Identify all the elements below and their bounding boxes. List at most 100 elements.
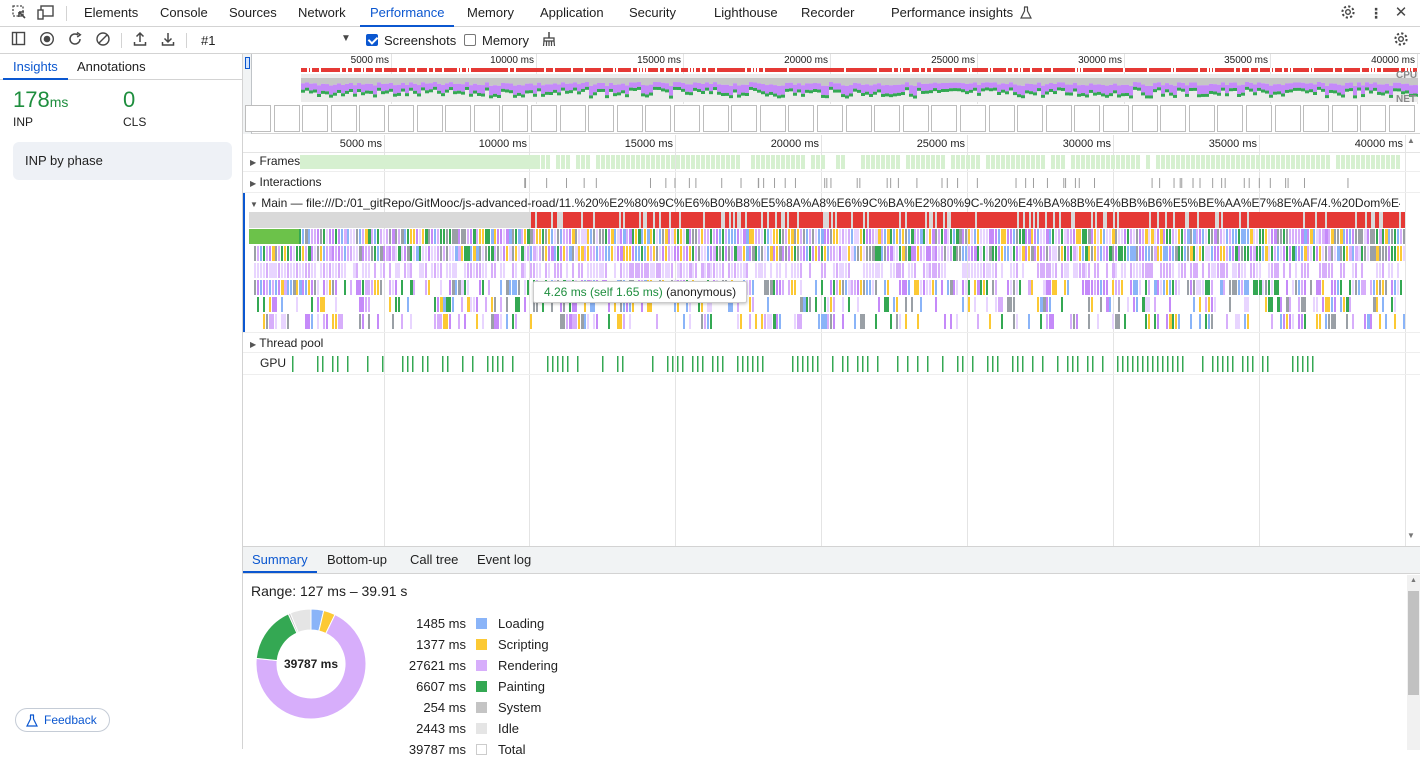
- thread-pool-track[interactable]: ▶ Thread pool: [243, 332, 1420, 353]
- flame-slice: [938, 263, 940, 278]
- screenshot-thumbnail[interactable]: [473, 105, 500, 132]
- screenshots-checkbox[interactable]: [366, 34, 378, 46]
- screenshot-thumbnail[interactable]: [731, 105, 758, 132]
- screenshot-thumbnail[interactable]: [674, 105, 700, 132]
- save-profile-icon[interactable]: [158, 31, 178, 49]
- screenshot-thumbnail[interactable]: [359, 105, 386, 132]
- scroll-down-icon[interactable]: ▼: [1407, 531, 1415, 540]
- tab-bottom-up[interactable]: Bottom-up: [327, 547, 387, 573]
- tab-network[interactable]: Network: [298, 0, 346, 27]
- screenshot-thumbnail[interactable]: [330, 105, 357, 132]
- inspect-element-icon[interactable]: [9, 4, 29, 22]
- garbage-collect-broom-icon[interactable]: [539, 31, 559, 49]
- tab-memory[interactable]: Memory: [467, 0, 514, 27]
- screenshot-thumbnail[interactable]: [788, 105, 815, 132]
- reload-record-icon[interactable]: [65, 31, 85, 49]
- tab-event-log[interactable]: Event log: [477, 547, 531, 573]
- record-icon[interactable]: [37, 31, 57, 49]
- cpu-painting-segment: [609, 88, 613, 92]
- settings-gear-icon[interactable]: [1338, 4, 1358, 22]
- screenshot-thumbnail[interactable]: [273, 105, 300, 132]
- scrollbar-thumb[interactable]: [1408, 591, 1419, 695]
- toggle-sidebar-icon[interactable]: [8, 31, 28, 49]
- feedback-button[interactable]: Feedback: [15, 708, 110, 732]
- tab-insights[interactable]: Insights: [3, 54, 68, 80]
- details-scrollbar[interactable]: ▲: [1407, 575, 1420, 750]
- tab-lighthouse[interactable]: Lighthouse: [714, 0, 778, 27]
- screenshot-thumbnail[interactable]: [1217, 105, 1244, 132]
- clear-icon[interactable]: [93, 31, 113, 49]
- scroll-up-icon[interactable]: ▲: [1410, 577, 1417, 584]
- screenshot-thumbnail[interactable]: [1017, 105, 1044, 132]
- tab-sources[interactable]: Sources: [229, 0, 277, 27]
- cpu-rendering-segment: [1025, 83, 1029, 91]
- screenshot-thumbnail[interactable]: [1246, 105, 1272, 132]
- flame-slice: [1238, 263, 1240, 278]
- screenshot-thumbnail[interactable]: [416, 105, 443, 132]
- screenshot-thumbnail[interactable]: [1331, 105, 1358, 132]
- screenshot-thumbnail[interactable]: [1045, 105, 1072, 132]
- screenshot-thumbnail[interactable]: [445, 105, 472, 132]
- screenshot-thumbnail[interactable]: [1389, 105, 1415, 132]
- screenshot-thumbnail[interactable]: [817, 105, 843, 132]
- flame-slice: [827, 246, 829, 261]
- screenshot-thumbnail[interactable]: [960, 105, 986, 132]
- screenshot-thumbnail[interactable]: [559, 105, 586, 132]
- main-thread-flame-chart[interactable]: [249, 212, 1405, 330]
- screenshot-thumbnail[interactable]: [1274, 105, 1301, 132]
- gpu-track[interactable]: GPU: [243, 353, 1420, 375]
- more-options-icon[interactable]: ⋮: [1366, 4, 1386, 22]
- scroll-up-icon[interactable]: ▲: [1407, 136, 1415, 145]
- screenshot-thumbnail[interactable]: [1160, 105, 1187, 132]
- screenshot-thumbnail[interactable]: [1188, 105, 1215, 132]
- screenshot-thumbnail[interactable]: [1360, 105, 1387, 132]
- screenshot-thumbnail[interactable]: [702, 105, 729, 132]
- screenshot-thumbnail[interactable]: [388, 105, 414, 132]
- tab-performance-insights[interactable]: Performance insights: [891, 0, 1032, 27]
- inp-metric: 178ms: [13, 87, 68, 113]
- screenshot-thumbnail[interactable]: [245, 105, 271, 132]
- long-task-marker: [983, 212, 985, 228]
- memory-checkbox[interactable]: [464, 34, 476, 46]
- screenshot-thumbnail[interactable]: [1303, 105, 1330, 132]
- gpu-slice: [1232, 356, 1234, 372]
- screenshot-thumbnail[interactable]: [588, 105, 615, 132]
- tab-recorder[interactable]: Recorder: [801, 0, 854, 27]
- screenshot-thumbnail[interactable]: [302, 105, 329, 132]
- screenshot-thumbnail[interactable]: [931, 105, 958, 132]
- screenshot-thumbnail[interactable]: [645, 105, 672, 132]
- tab-console[interactable]: Console: [160, 0, 208, 27]
- screenshot-thumbnail[interactable]: [874, 105, 901, 132]
- timeline-overview[interactable]: 5000 ms 10000 ms 15000 ms 20000 ms 25000 ms 3…: [243, 54, 1420, 134]
- screenshot-thumbnail[interactable]: [1103, 105, 1129, 132]
- inp-by-phase-card[interactable]: INP by phase: [13, 142, 232, 180]
- tab-application[interactable]: Application: [540, 0, 604, 27]
- recording-select[interactable]: #1 ▼: [196, 31, 354, 50]
- screenshot-thumbnail[interactable]: [845, 105, 872, 132]
- flame-slice: [1055, 246, 1057, 261]
- close-devtools-icon[interactable]: ✕: [1391, 4, 1411, 22]
- tab-summary[interactable]: Summary: [243, 547, 317, 573]
- tab-call-tree[interactable]: Call tree: [410, 547, 458, 573]
- screenshot-thumbnail[interactable]: [759, 105, 786, 132]
- screenshot-thumbnail[interactable]: [988, 105, 1015, 132]
- tab-performance[interactable]: Performance: [360, 0, 455, 27]
- screenshot-thumbnail[interactable]: [502, 105, 529, 132]
- flame-slice: [689, 314, 691, 329]
- screenshot-thumbnail[interactable]: [531, 105, 557, 132]
- load-profile-icon[interactable]: [130, 31, 150, 49]
- screenshot-thumbnail[interactable]: [616, 105, 643, 132]
- frames-track[interactable]: ▶ Frames: [243, 151, 1420, 172]
- tab-elements[interactable]: Elements: [84, 0, 138, 27]
- flame-slice: [317, 280, 319, 295]
- screenshot-thumbnail[interactable]: [1074, 105, 1101, 132]
- flame-slice: [1352, 314, 1354, 329]
- main-thread-track[interactable]: ▼ Main — file:///D:/01_gitRepo/GitMooc/j…: [243, 193, 1405, 332]
- capture-settings-gear-icon[interactable]: [1391, 31, 1411, 49]
- screenshot-thumbnail[interactable]: [1131, 105, 1158, 132]
- tab-annotations[interactable]: Annotations: [77, 54, 146, 80]
- screenshot-thumbnail[interactable]: [902, 105, 929, 132]
- device-toolbar-icon[interactable]: [36, 4, 56, 22]
- interactions-track[interactable]: ▶ Interactions: [243, 172, 1420, 193]
- tab-security[interactable]: Security: [629, 0, 676, 27]
